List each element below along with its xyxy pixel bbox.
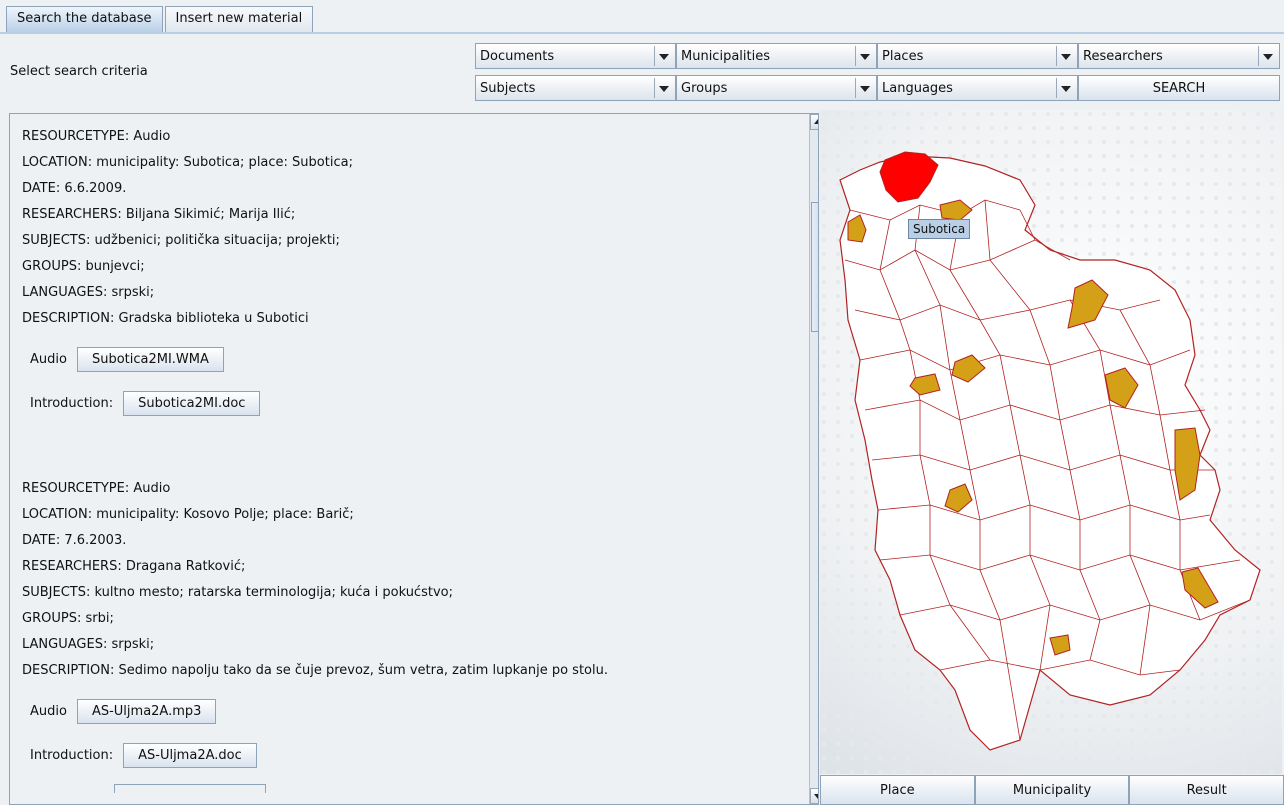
subjects-dropdown-label: Subjects <box>480 81 536 96</box>
audio-file-button[interactable]: Subotica2MI.WMA <box>76 346 224 372</box>
scroll-thumb[interactable] <box>811 202 818 332</box>
introduction-file-button[interactable]: Subotica2MI.doc <box>123 390 261 416</box>
record-languages: LANGUAGES: srpski; <box>22 285 155 300</box>
record-description: DESCRIPTION: Gradska biblioteka u Suboti… <box>22 311 309 326</box>
map-tooltip: Subotica <box>908 219 971 239</box>
record-researchers: RESEARCHERS: Biljana Sikimić; Marija Ili… <box>22 207 296 222</box>
introduction-file-button[interactable]: AS-Uljma2A.doc <box>123 742 257 768</box>
map-view-buttons: Place Municipality Result <box>820 775 1284 805</box>
tab-bar: Search the database Insert new material <box>6 6 315 33</box>
result-button[interactable]: Result <box>1129 775 1284 805</box>
introduction-attachment: Introduction: AS-Uljma2A.doc <box>30 738 608 772</box>
municipality-button[interactable]: Municipality <box>974 775 1130 805</box>
audio-attachment: Audio Subotica2MI.WMA <box>30 342 353 376</box>
search-button[interactable]: SEARCH <box>1078 75 1280 101</box>
results-panel[interactable]: RESOURCETYPE: Audio LOCATION: municipali… <box>9 113 819 805</box>
serbia-map[interactable] <box>820 110 1282 774</box>
record-groups: GROUPS: bunjevci; <box>22 259 145 274</box>
introduction-label: Introduction: <box>30 747 114 763</box>
tab-insert-material[interactable]: Insert new material <box>164 6 314 33</box>
chevron-down-icon <box>654 78 673 98</box>
places-dropdown[interactable]: Places <box>877 43 1078 69</box>
audio-label: Audio <box>30 351 67 367</box>
introduction-attachment: Introduction: Subotica2MI.doc <box>30 386 353 420</box>
languages-dropdown-label: Languages <box>882 81 953 96</box>
researchers-dropdown-label: Researchers <box>1083 49 1163 64</box>
scroll-down-icon[interactable] <box>810 788 818 804</box>
municipalities-dropdown-label: Municipalities <box>681 49 770 64</box>
documents-dropdown[interactable]: Documents <box>475 43 676 69</box>
scroll-up-icon[interactable] <box>810 114 818 130</box>
documents-dropdown-label: Documents <box>480 49 555 64</box>
groups-dropdown-label: Groups <box>681 81 728 96</box>
record-languages: LANGUAGES: srpski; <box>22 637 155 652</box>
places-dropdown-label: Places <box>882 49 924 64</box>
record-location: LOCATION: municipality: Subotica; place:… <box>22 155 353 170</box>
record-location: LOCATION: municipality: Kosovo Polje; pl… <box>22 507 354 522</box>
result-record: RESOURCETYPE: Audio LOCATION: municipali… <box>22 124 353 420</box>
subjects-dropdown[interactable]: Subjects <box>475 75 676 101</box>
audio-file-button[interactable]: AS-Uljma2A.mp3 <box>76 698 217 724</box>
record-groups: GROUPS: srbi; <box>22 611 114 626</box>
record-resourcetype: RESOURCETYPE: Audio <box>22 481 171 496</box>
search-criteria: Documents Municipalities Places Research… <box>475 43 1280 101</box>
groups-dropdown[interactable]: Groups <box>676 75 877 101</box>
chevron-down-icon <box>1056 78 1075 98</box>
chevron-down-icon <box>855 46 874 66</box>
tab-search-database[interactable]: Search the database <box>6 6 163 33</box>
record-subjects: SUBJECTS: kultno mesto; ratarska termino… <box>22 585 453 600</box>
result-record: RESOURCETYPE: Audio LOCATION: municipali… <box>22 476 608 793</box>
chevron-down-icon <box>654 46 673 66</box>
partial-button <box>114 784 266 793</box>
record-date: DATE: 7.6.2003. <box>22 533 127 548</box>
place-button[interactable]: Place <box>820 775 975 805</box>
results-scrollbar[interactable] <box>809 114 818 804</box>
tab-divider <box>0 32 1284 34</box>
audio-attachment: Audio AS-Uljma2A.mp3 <box>30 694 608 728</box>
languages-dropdown[interactable]: Languages <box>877 75 1078 101</box>
chevron-down-icon <box>1056 46 1075 66</box>
record-description: DESCRIPTION: Sedimo napolju tako da se č… <box>22 663 608 678</box>
introduction-label: Introduction: <box>30 395 114 411</box>
researchers-dropdown[interactable]: Researchers <box>1078 43 1280 69</box>
chevron-down-icon <box>855 78 874 98</box>
record-subjects: SUBJECTS: udžbenici; politička situacija… <box>22 233 340 248</box>
municipality-map[interactable] <box>820 110 1282 774</box>
audio-label: Audio <box>30 703 67 719</box>
record-researchers: RESEARCHERS: Dragana Ratković; <box>22 559 246 574</box>
record-date: DATE: 6.6.2009. <box>22 181 127 196</box>
municipalities-dropdown[interactable]: Municipalities <box>676 43 877 69</box>
criteria-label: Select search criteria <box>10 64 148 79</box>
chevron-down-icon <box>1258 46 1277 66</box>
record-resourcetype: RESOURCETYPE: Audio <box>22 129 171 144</box>
